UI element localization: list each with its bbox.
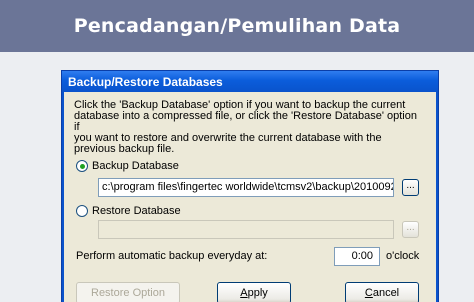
apply-button-accesskey: A: [240, 287, 248, 299]
apply-button[interactable]: Apply: [217, 282, 291, 302]
restore-database-label: Restore Database: [92, 205, 181, 217]
backup-path-input[interactable]: c:\program files\fingertec worldwide\tcm…: [98, 178, 394, 197]
backup-database-radio[interactable]: [76, 160, 88, 172]
page-banner: Pencadangan/Pemulihan Data: [0, 0, 474, 52]
dialog-titlebar: Backup/Restore Databases: [62, 71, 438, 92]
restore-path-input[interactable]: [98, 220, 394, 239]
dialog-description: Click the 'Backup Database' option if yo…: [74, 99, 417, 155]
dialog-body: Click the 'Backup Database' option if yo…: [62, 92, 438, 302]
apply-button-label: pply: [247, 287, 268, 299]
backup-database-label: Backup Database: [92, 160, 179, 172]
cancel-button-label: ancel: [372, 287, 400, 299]
restore-database-option[interactable]: Restore Database: [76, 205, 181, 217]
cancel-button[interactable]: Cancel: [345, 282, 419, 302]
restore-option-button-label: Restore Option: [91, 287, 165, 299]
backup-browse-button[interactable]: ...: [402, 179, 419, 196]
banner-title: Pencadangan/Pemulihan Data: [73, 15, 401, 37]
radio-selected-dot: [79, 163, 85, 169]
cancel-button-accesskey: C: [364, 287, 373, 299]
auto-backup-time-input[interactable]: 0:00: [334, 247, 380, 266]
restore-database-radio[interactable]: [76, 205, 88, 217]
dialog-title: Backup/Restore Databases: [68, 74, 223, 89]
oclock-label: o'clock: [386, 250, 420, 262]
restore-option-button[interactable]: Restore Option: [76, 282, 180, 302]
backup-database-option[interactable]: Backup Database: [76, 160, 179, 172]
backup-restore-dialog: Backup/Restore Databases Click the 'Back…: [61, 70, 439, 302]
restore-browse-button[interactable]: ...: [402, 221, 419, 238]
auto-backup-label: Perform automatic backup everyday at:: [76, 250, 268, 262]
